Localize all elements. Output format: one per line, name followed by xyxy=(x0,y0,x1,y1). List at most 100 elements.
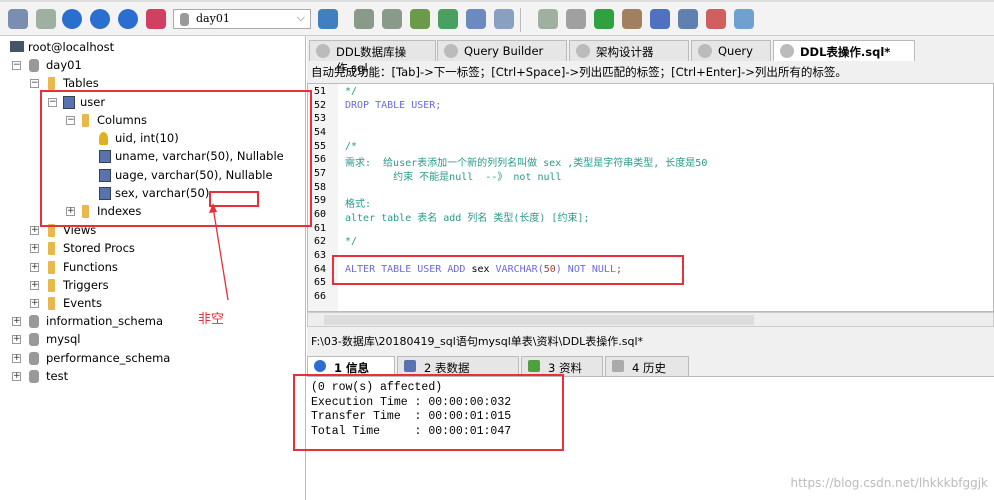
tree-connection[interactable]: root@localhost xyxy=(28,38,114,56)
collapse-icon[interactable]: − xyxy=(30,79,39,88)
tree-database[interactable]: day01 xyxy=(46,56,82,74)
annotation-box-result xyxy=(293,374,564,451)
line-number: 65 xyxy=(314,277,327,289)
import-icon[interactable] xyxy=(410,9,430,29)
tab-label: DDL表操作.sql* xyxy=(800,45,891,59)
folder-icon xyxy=(48,77,55,90)
tab-1[interactable]: Query Builder xyxy=(437,40,567,61)
editor-tabs: DDL数据库操作.sql Query Builder 架构设计器 Query DDL表操… xyxy=(307,40,994,75)
line-number: 57 xyxy=(314,168,327,180)
execute-all-icon[interactable] xyxy=(90,9,110,29)
info-icon xyxy=(314,360,326,372)
query-builder-icon[interactable] xyxy=(650,9,670,29)
schema-icon[interactable] xyxy=(146,9,166,29)
expand-icon[interactable]: + xyxy=(12,371,21,381)
expand-icon[interactable]: + xyxy=(12,335,21,345)
tab-0[interactable]: DDL数据库操作.sql xyxy=(309,40,436,75)
chevron-down-icon: ⌵ xyxy=(296,11,305,24)
schedule-icon[interactable] xyxy=(566,9,586,29)
horizontal-scrollbar[interactable] xyxy=(307,312,994,327)
scrollbar-thumb[interactable] xyxy=(324,315,754,325)
dashboard-icon[interactable] xyxy=(678,9,698,29)
line-number: 66 xyxy=(314,291,327,303)
result-tab-info-chart[interactable]: 3 资料 xyxy=(521,356,603,376)
backup-icon[interactable] xyxy=(354,9,374,29)
autocomplete-hint: 自动完成功能：[Tab]->下一标签；[Ctrl+Space]->列出匹配的标签… xyxy=(311,65,847,79)
expand-icon[interactable]: + xyxy=(12,317,21,326)
toolbar: day01 ⌵ xyxy=(0,0,994,36)
annotation-note: 非空 xyxy=(198,312,225,327)
tab-label: Query xyxy=(718,44,753,58)
folder-icon xyxy=(48,260,55,274)
sync-icon[interactable] xyxy=(594,9,614,29)
line-number: 60 xyxy=(314,209,327,221)
toolbar-separator xyxy=(520,8,521,32)
sql-formatter-icon[interactable] xyxy=(538,9,558,29)
line-number: 54 xyxy=(314,127,327,138)
code-line: */ xyxy=(345,86,358,97)
tab-icon xyxy=(780,44,794,58)
result-tab-label: 1 信息 xyxy=(334,361,370,375)
result-tab-info[interactable]: 1 信息 xyxy=(307,356,395,376)
line-number: 61 xyxy=(314,222,327,234)
line-number: 59 xyxy=(314,195,327,207)
code-line: */ xyxy=(345,236,358,248)
result-tab-history[interactable]: 4 历史 xyxy=(605,356,689,376)
annotation-box-alter-statement xyxy=(332,255,684,285)
table-data-icon xyxy=(404,360,416,372)
user-manager-icon[interactable] xyxy=(318,9,338,29)
connect-icon[interactable] xyxy=(8,9,28,29)
result-tabs: 1 信息 2 表数据 3 资料 4 历史 xyxy=(307,356,994,376)
database-icon xyxy=(180,13,189,26)
result-tab-label: 4 历史 xyxy=(632,361,666,375)
expand-icon[interactable]: + xyxy=(30,262,39,272)
folder-icon xyxy=(48,278,55,292)
expand-icon[interactable]: + xyxy=(30,299,39,309)
table-data-icon[interactable] xyxy=(466,9,486,29)
result-tab-table-data[interactable]: 2 表数据 xyxy=(397,356,519,376)
result-tab-label: 3 资料 xyxy=(548,361,582,375)
tree-database[interactable]: performance_schema xyxy=(46,349,170,367)
tree-database[interactable]: information_schema xyxy=(46,312,163,330)
line-number: 63 xyxy=(314,250,327,262)
table-keys-icon[interactable] xyxy=(494,9,514,29)
stop-icon[interactable] xyxy=(118,9,138,29)
line-number: 55 xyxy=(314,140,327,152)
srv-icon xyxy=(10,41,24,52)
tree-database[interactable]: test xyxy=(46,367,68,385)
tree-folder[interactable]: Events xyxy=(63,294,102,312)
line-number: 56 xyxy=(314,154,327,166)
export-icon[interactable] xyxy=(438,9,458,29)
info-chart-icon xyxy=(528,360,540,372)
database-selector[interactable]: day01 ⌵ xyxy=(173,9,311,29)
line-number: 62 xyxy=(314,236,327,248)
line-number: 52 xyxy=(314,99,327,111)
tree-folder[interactable]: Functions xyxy=(63,258,118,276)
table-diagram-icon[interactable] xyxy=(706,9,726,29)
code-line: alter table 表名 add 列名 类型(长度) [约束]; xyxy=(345,213,590,225)
tab-2[interactable]: 架构设计器 xyxy=(569,40,689,61)
schema-designer-icon[interactable] xyxy=(734,9,754,29)
expand-icon[interactable]: + xyxy=(30,226,39,235)
copy-database-icon[interactable] xyxy=(622,9,642,29)
result-tab-label: 2 表数据 xyxy=(424,361,470,375)
tab-4[interactable]: DDL表操作.sql* xyxy=(773,40,915,61)
expand-icon[interactable]: + xyxy=(30,244,39,254)
tree-folder[interactable]: Stored Procs xyxy=(63,239,135,257)
tree-folder[interactable]: Triggers xyxy=(63,276,109,294)
tab-3[interactable]: Query xyxy=(691,40,771,61)
dbicon-icon xyxy=(29,315,39,328)
line-number: 58 xyxy=(314,181,327,193)
expand-icon[interactable]: + xyxy=(12,353,21,363)
tab-icon xyxy=(698,44,712,58)
history-icon xyxy=(612,360,624,372)
execute-icon[interactable] xyxy=(62,9,82,29)
new-connection-icon[interactable] xyxy=(36,9,56,29)
dbicon-icon xyxy=(29,351,39,365)
restore-icon[interactable] xyxy=(382,9,402,29)
watermark: https://blog.csdn.net/lhkkkbfggjk xyxy=(790,476,988,490)
code-line: DROP TABLE USER; xyxy=(345,99,442,111)
tree-database[interactable]: mysql xyxy=(46,330,81,348)
collapse-icon[interactable]: − xyxy=(12,61,21,70)
expand-icon[interactable]: + xyxy=(30,280,39,290)
